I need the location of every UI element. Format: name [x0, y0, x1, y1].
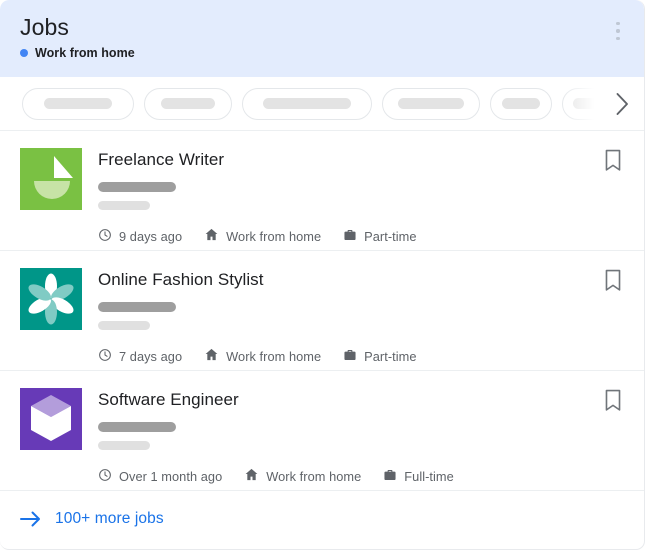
widget-header: Jobs Work from home	[0, 0, 644, 77]
filter-chip-placeholder	[398, 98, 464, 109]
filter-chip-placeholder	[44, 98, 112, 109]
job-meta-label: Full-time	[404, 468, 454, 484]
job-title: Freelance Writer	[98, 150, 225, 169]
jobs-widget: Jobs Work from home Freelance Writer 9 da…	[0, 0, 645, 550]
job-details: Freelance Writer 9 days ago Work from home…	[98, 148, 624, 250]
job-details: Software Engineer Over 1 month ago Work fr…	[98, 388, 624, 490]
chips-next-button[interactable]	[600, 77, 644, 130]
job-meta-label: 7 days ago	[119, 348, 183, 364]
filter-chip-placeholder	[502, 98, 540, 109]
job-meta-label: Work from home	[226, 228, 322, 244]
location-placeholder	[98, 440, 150, 450]
job-meta-item: 7 days ago	[98, 348, 182, 365]
briefcase-icon	[343, 348, 364, 365]
bookmark-icon[interactable]	[603, 389, 625, 413]
job-meta-row: Over 1 month ago Work from home Full-time	[98, 467, 624, 485]
briefcase-icon	[383, 468, 404, 485]
location-placeholder	[98, 320, 150, 330]
job-meta-label: 9 days ago	[119, 228, 183, 244]
job-meta-row: 7 days ago Work from home Part-time	[98, 347, 624, 365]
filter-chip[interactable]	[22, 87, 134, 120]
job-meta-item: Part-time	[343, 348, 416, 365]
job-meta-item: Over 1 month ago	[98, 468, 222, 485]
dot	[616, 29, 620, 33]
clock-icon	[98, 348, 119, 365]
job-meta-item: Part-time	[343, 228, 416, 245]
briefcase-icon	[343, 228, 364, 245]
header-subtitle: Work from home	[20, 46, 624, 60]
more-vert-icon[interactable]	[606, 18, 630, 44]
job-meta-label: Part-time	[364, 228, 417, 244]
filter-chips-row	[0, 77, 644, 131]
job-card[interactable]: Software Engineer Over 1 month ago Work fr…	[0, 371, 644, 491]
page-title: Jobs	[20, 14, 69, 40]
filter-chip[interactable]	[490, 87, 552, 120]
job-details: Online Fashion Stylist 7 days ago Work fro…	[98, 268, 624, 370]
job-meta-item: Work from home	[244, 467, 361, 485]
bookmark-icon[interactable]	[603, 149, 625, 173]
home-icon	[244, 467, 266, 485]
header-subtitle-label: Work from home	[35, 46, 135, 60]
job-meta-item: Work from home	[204, 347, 321, 365]
job-meta-label: Work from home	[266, 468, 362, 484]
company-name-placeholder	[98, 182, 176, 192]
sailboat-logo	[20, 148, 82, 210]
clock-icon	[98, 468, 119, 485]
job-meta-item: Full-time	[383, 468, 454, 485]
filter-chip[interactable]	[242, 87, 372, 120]
status-dot-icon	[20, 49, 28, 57]
dot	[616, 36, 620, 40]
home-icon	[204, 227, 226, 245]
job-meta-label: Over 1 month ago	[119, 468, 223, 484]
job-title: Online Fashion Stylist	[98, 270, 264, 289]
dot	[616, 22, 620, 26]
location-placeholder	[98, 200, 150, 210]
more-jobs-label: 100+ more jobs	[55, 509, 164, 527]
company-name-placeholder	[98, 302, 176, 312]
job-card[interactable]: Freelance Writer 9 days ago Work from home…	[0, 131, 644, 251]
job-meta-row: 9 days ago Work from home Part-time	[98, 227, 624, 245]
arrow-right-icon	[20, 510, 42, 528]
home-icon	[204, 347, 226, 365]
bookmark-icon[interactable]	[603, 269, 625, 293]
flower-logo	[20, 268, 82, 330]
filter-chip[interactable]	[382, 87, 480, 120]
job-list: Freelance Writer 9 days ago Work from home…	[0, 131, 644, 491]
job-meta-label: Part-time	[364, 348, 417, 364]
cube-logo	[20, 388, 82, 450]
job-meta-item: Work from home	[204, 227, 321, 245]
filter-chip-placeholder	[161, 98, 215, 109]
company-name-placeholder	[98, 422, 176, 432]
filter-chip[interactable]	[144, 87, 232, 120]
more-jobs-link[interactable]: 100+ more jobs	[0, 491, 644, 546]
filter-chip-placeholder	[263, 98, 351, 109]
job-meta-label: Work from home	[226, 348, 322, 364]
clock-icon	[98, 228, 119, 245]
job-meta-item: 9 days ago	[98, 228, 182, 245]
job-card[interactable]: Online Fashion Stylist 7 days ago Work fro…	[0, 251, 644, 371]
job-title: Software Engineer	[98, 390, 239, 409]
